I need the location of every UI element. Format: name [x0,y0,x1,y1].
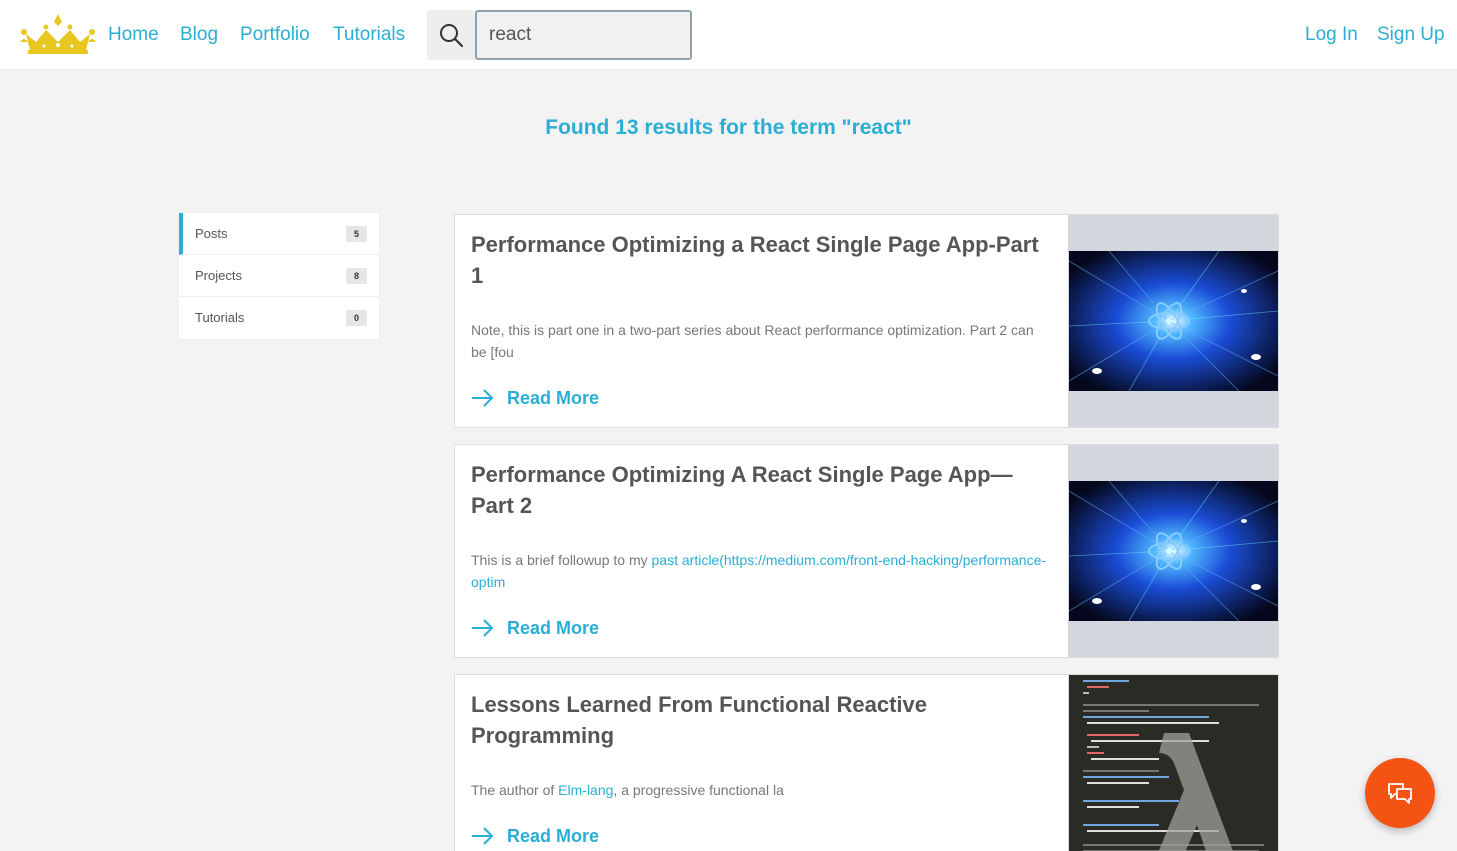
arrow-right-icon [472,827,494,845]
filter-item-posts[interactable]: Posts 5 [179,213,379,255]
read-more-label: Read More [507,387,600,408]
nav-tutorials-link[interactable]: Tutorials [333,22,405,48]
result-thumbnail[interactable] [1068,675,1278,851]
lambda-code-image [1069,675,1278,851]
result-thumbnail[interactable] [1068,215,1278,427]
result-card: Performance Optimizing a React Single Pa… [454,214,1279,428]
nav-blog-link[interactable]: Blog [180,22,218,48]
react-logo-image [1069,251,1278,391]
nav-portfolio-link[interactable]: Portfolio [240,22,310,48]
result-excerpt: Note, this is part one in a two-part ser… [471,322,1034,360]
excerpt-link[interactable]: Elm-lang [558,782,613,798]
chat-widget-button[interactable] [1365,758,1435,828]
result-title[interactable]: Lessons Learned From Functional Reactive… [471,689,1051,751]
result-card: Performance Optimizing A React Single Pa… [454,444,1279,658]
result-card: Lessons Learned From Functional Reactive… [454,674,1279,851]
read-more-link[interactable]: Read More [471,615,599,641]
top-navbar: Home Blog Portfolio Tutorials Log In Sig… [0,0,1457,70]
search-icon [440,24,464,48]
result-excerpt: The author of Elm-lang, a progressive fu… [471,779,1046,801]
result-title[interactable]: Performance Optimizing a React Single Pa… [471,229,1051,291]
filter-count-badge: 8 [346,268,367,284]
nav-home-link[interactable]: Home [108,22,159,48]
read-more-label: Read More [507,617,600,638]
search-input[interactable] [475,10,692,60]
result-type-filter: Posts 5 Projects 8 Tutorials 0 [179,213,379,339]
arrow-right-icon [472,619,494,637]
filter-count-badge: 5 [346,226,367,242]
filter-item-label: Posts [195,226,228,241]
excerpt-text: This is a brief followup to my [471,552,652,568]
signup-link[interactable]: Sign Up [1377,22,1445,48]
search-button[interactable] [427,10,475,60]
excerpt-text: , a progressive functional la [613,782,784,798]
result-excerpt: This is a brief followup to my past arti… [471,549,1046,593]
read-more-label: Read More [507,825,600,846]
excerpt-text: The author of [471,782,559,798]
results-heading: Found 13 results for the term "react" [545,116,912,139]
filter-item-label: Projects [195,268,242,283]
react-logo-image [1069,481,1278,621]
result-title[interactable]: Performance Optimizing A React Single Pa… [471,459,1051,521]
chat-bubbles-icon [1388,783,1412,804]
read-more-link[interactable]: Read More [471,385,599,411]
filter-item-label: Tutorials [195,310,245,325]
arrow-right-icon [472,389,494,407]
crown-logo-icon[interactable] [18,12,98,56]
filter-item-tutorials[interactable]: Tutorials 0 [179,297,379,339]
filter-item-projects[interactable]: Projects 8 [179,255,379,297]
filter-count-badge: 0 [346,310,367,326]
result-thumbnail[interactable] [1068,445,1278,657]
read-more-link[interactable]: Read More [471,823,599,849]
login-link[interactable]: Log In [1305,22,1358,48]
